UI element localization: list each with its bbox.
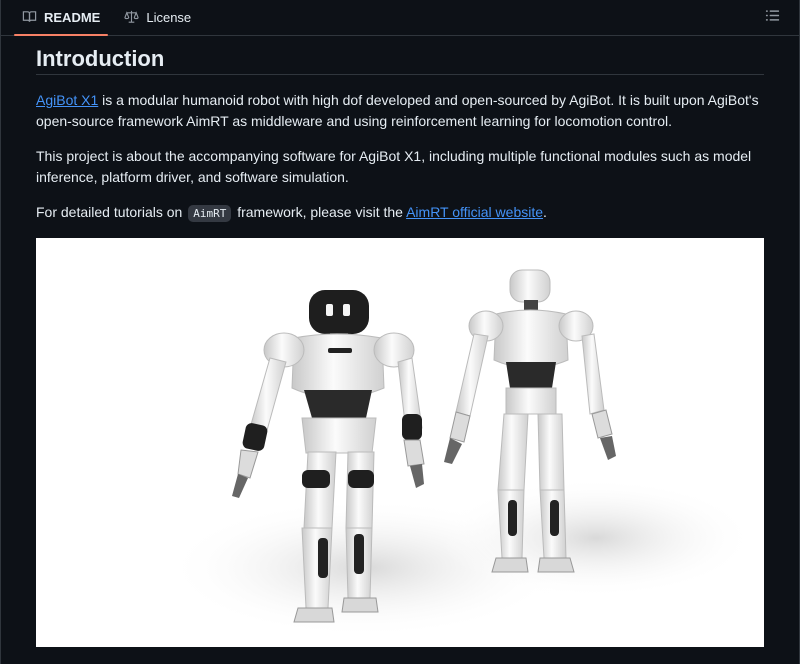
readme-tab-bar: README License: [1, 0, 800, 36]
tutorial-text-middle: framework, please visit the: [233, 204, 407, 220]
readme-panel: README License Introduction AgiBot X1 is…: [0, 0, 800, 664]
tab-license[interactable]: License: [116, 0, 199, 35]
tab-license-label: License: [146, 10, 192, 25]
tab-readme[interactable]: README: [14, 0, 109, 36]
intro-paragraph-text: is a modular humanoid robot with high do…: [36, 92, 759, 129]
law-scale-icon: [124, 9, 139, 27]
agibot-x1-link[interactable]: AgiBot X1: [36, 92, 98, 108]
robot-illustration: [36, 238, 764, 647]
robot-image: [36, 238, 764, 647]
outline-button[interactable]: [759, 6, 785, 30]
book-icon: [22, 9, 37, 27]
aimrt-website-link[interactable]: AimRT official website: [406, 204, 543, 220]
project-paragraph: This project is about the accompanying s…: [36, 148, 752, 185]
tab-readme-label: README: [44, 10, 101, 25]
aimrt-code: AimRT: [188, 205, 232, 222]
tutorial-text-after: .: [543, 204, 547, 220]
tutorial-paragraph: For detailed tutorials on AimRT framewor…: [36, 202, 764, 224]
tutorial-text-before: For detailed tutorials on: [36, 204, 187, 220]
list-outline-icon: [765, 8, 780, 28]
readme-content: Introduction AgiBot X1 is a modular huma…: [36, 36, 764, 224]
intro-paragraph: AgiBot X1 is a modular humanoid robot wi…: [36, 90, 764, 132]
section-heading: Introduction: [36, 36, 764, 75]
